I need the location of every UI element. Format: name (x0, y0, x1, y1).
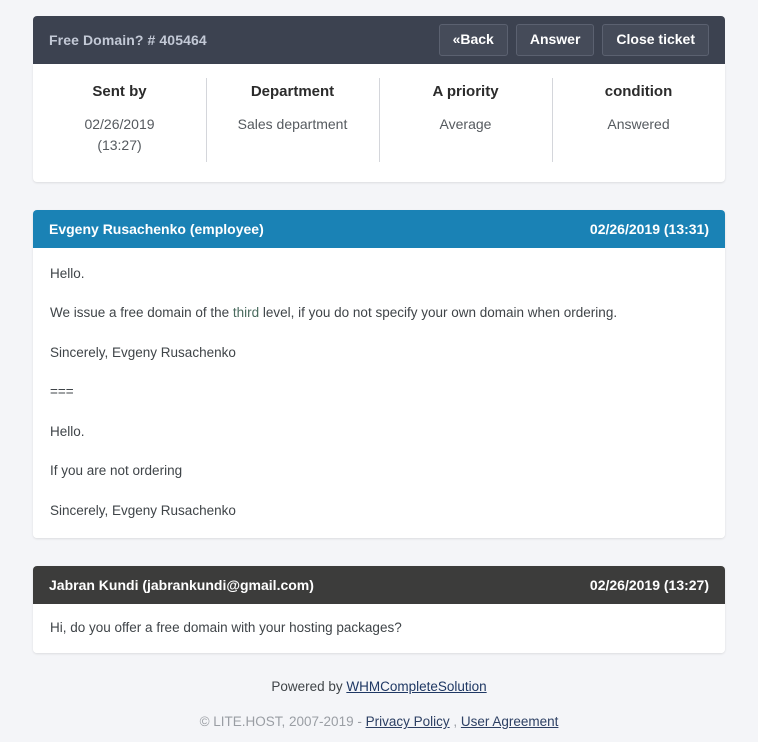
ticket-header-card: Free Domain? # 405464 «Back Answer Close… (33, 16, 725, 182)
message-client-body: Hi, do you offer a free domain with your… (33, 604, 725, 653)
message-paragraph: We issue a free domain of the third leve… (50, 303, 708, 323)
message-paragraph: Hello. (50, 265, 85, 281)
paragraph-suffix: level, if you do not specify your own do… (259, 305, 618, 321)
info-value-sent-by: 02/26/2019 (13:27) (84, 115, 155, 153)
powered-by-line: Powered by WHMCompleteSolution (33, 679, 725, 694)
answer-button[interactable]: Answer (515, 24, 595, 56)
info-column-priority: A priority Average (379, 78, 552, 162)
info-column-condition: condition Answered (552, 78, 725, 162)
message-client-timestamp: 02/26/2019 (13:27) (589, 577, 709, 594)
message-staff-body: Hello. We issue a free domain of the thi… (33, 247, 725, 539)
ticket-header-bar: Free Domain? # 405464 «Back Answer Close… (33, 16, 725, 64)
message-client-author: Jabran Kundi (jabrankundi@gmail.com) (49, 577, 314, 594)
info-label-sent-by: Sent by (92, 83, 147, 100)
message-staff-header: Evgeny Rusachenko (employee) 02/26/2019 … (33, 209, 725, 248)
message-staff-timestamp: 02/26/2019 (13:31) (589, 220, 709, 237)
link-separator: , (449, 714, 461, 729)
info-label-priority: A priority (432, 83, 499, 100)
info-column-department: Department Sales department (206, 78, 379, 162)
user-agreement-link[interactable]: User Agreement (461, 714, 559, 729)
page-footer: Powered by WHMCompleteSolution © LITE.HO… (33, 679, 725, 729)
info-value-condition: Answered (607, 115, 670, 132)
message-separator: === (50, 384, 74, 400)
info-label-condition: condition (604, 83, 673, 100)
ticket-page: Free Domain? # 405464 «Back Answer Close… (0, 0, 758, 742)
ticket-title: Free Domain? # 405464 (49, 32, 207, 48)
copyright-text: © LITE.HOST, 2007-2019 - (199, 714, 366, 729)
highlighted-term: third (232, 305, 260, 321)
message-staff-author: Evgeny Rusachenko (employee) (49, 220, 264, 237)
ticket-info-strip: Sent by 02/26/2019 (13:27) Department Sal… (33, 64, 725, 182)
ticket-actions: «Back Answer Close ticket (438, 24, 709, 56)
message-paragraph: Sincerely, Evgeny Rusachenko (50, 502, 236, 518)
paragraph-prefix: We issue a free domain of the (50, 305, 233, 321)
message-client-header: Jabran Kundi (jabrankundi@gmail.com) 02/… (33, 566, 725, 605)
powered-by-label: Powered by (271, 679, 347, 694)
message-paragraph: Hello. (50, 423, 85, 439)
copyright-line: © LITE.HOST, 2007-2019 - Privacy Policy … (33, 714, 725, 729)
message-paragraph: If you are not ordering (50, 463, 183, 479)
close-ticket-button[interactable]: Close ticket (602, 24, 709, 56)
back-button[interactable]: «Back (438, 24, 508, 56)
info-value-department: Sales department (237, 115, 348, 132)
info-label-department: Department (250, 83, 335, 100)
info-column-sent-by: Sent by 02/26/2019 (13:27) (33, 82, 206, 156)
message-paragraph: Hi, do you offer a free domain with your… (50, 620, 402, 636)
message-client: Jabran Kundi (jabrankundi@gmail.com) 02/… (33, 566, 725, 653)
whmcs-link[interactable]: WHMCompleteSolution (346, 679, 486, 694)
message-staff: Evgeny Rusachenko (employee) 02/26/2019 … (33, 209, 725, 539)
privacy-policy-link[interactable]: Privacy Policy (366, 714, 450, 729)
info-value-priority: Average (439, 115, 492, 132)
message-paragraph: Sincerely, Evgeny Rusachenko (50, 344, 236, 360)
